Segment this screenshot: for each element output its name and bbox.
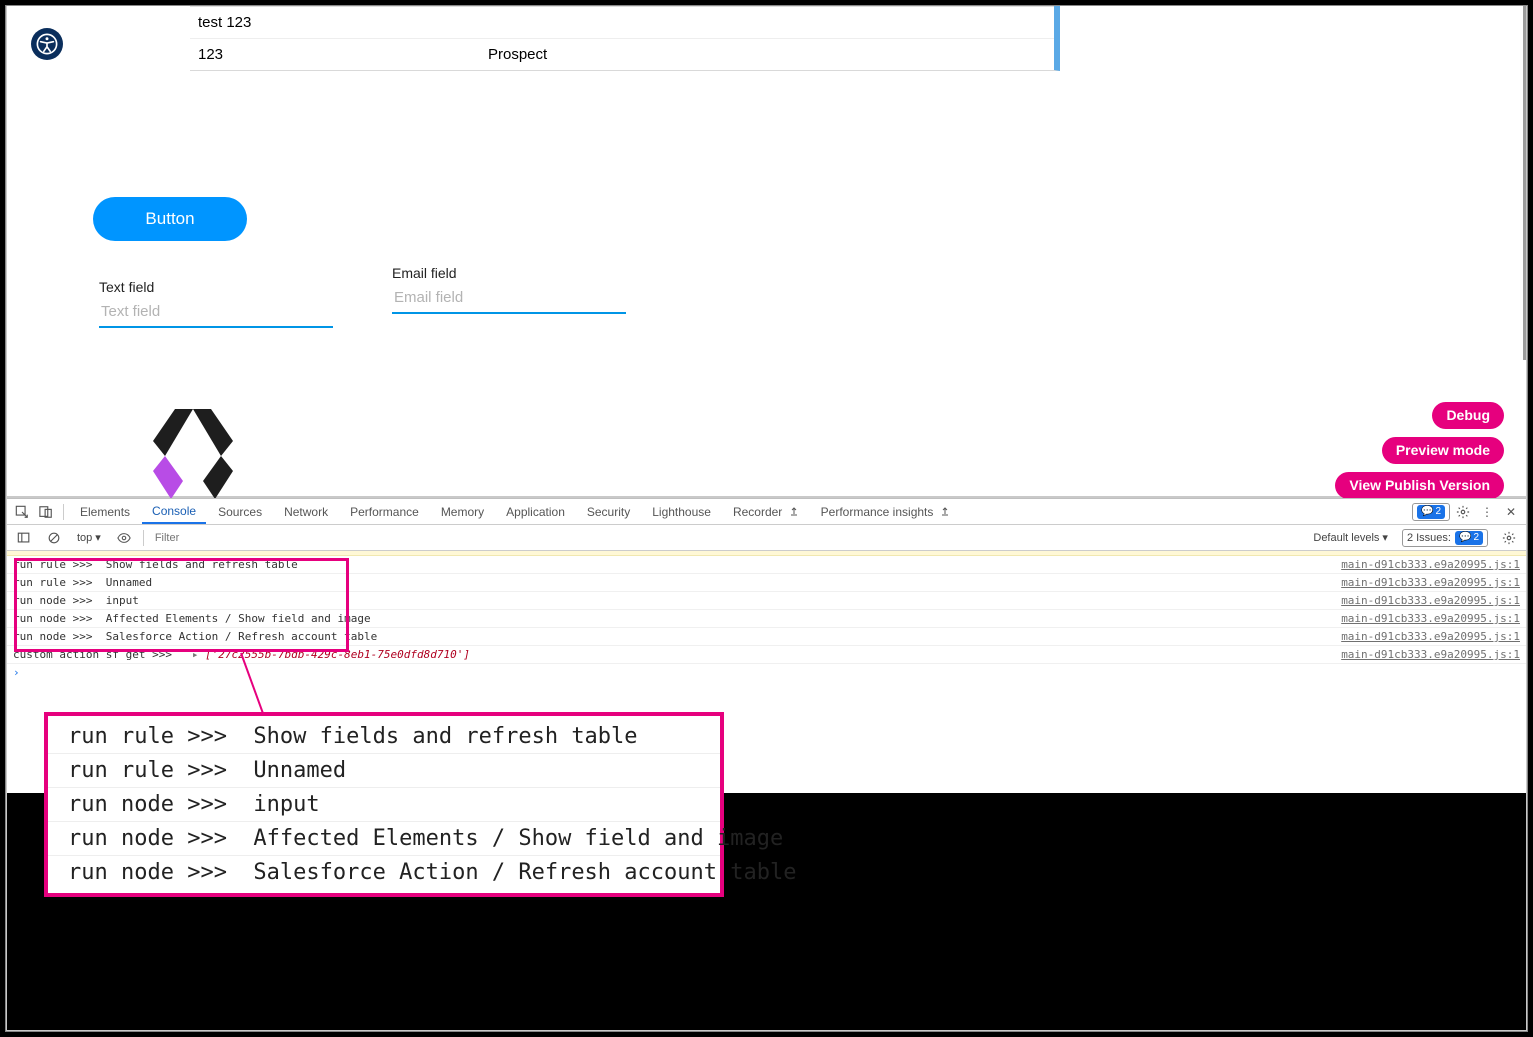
source-link[interactable]: main-d91cb333.e9a20995.js:1: [1341, 648, 1520, 661]
app-canvas: test 123 123 Prospect Button Text field …: [7, 6, 1526, 496]
issues-badge[interactable]: 2 Issues: 💬 2: [1402, 529, 1488, 547]
more-icon[interactable]: ⋮: [1476, 501, 1498, 523]
cell-type: [480, 7, 1054, 38]
error-count-badge[interactable]: 💬 2: [1412, 503, 1450, 521]
zoom-row: run rule >>> Unnamed: [48, 754, 720, 788]
context-select[interactable]: top ▾: [73, 530, 105, 545]
source-link[interactable]: main-d91cb333.e9a20995.js:1: [1341, 612, 1520, 625]
table-row[interactable]: test 123: [190, 6, 1054, 38]
tab-performance[interactable]: Performance: [340, 501, 429, 523]
tab-console[interactable]: Console: [142, 500, 206, 524]
tab-recorder[interactable]: Recorder: [723, 501, 809, 523]
text-field-group: Text field: [99, 279, 333, 328]
brand-logo-icon: [143, 401, 243, 501]
tab-application[interactable]: Application: [496, 501, 575, 523]
tab-sources[interactable]: Sources: [208, 501, 272, 523]
zoom-row: run node >>> input: [48, 788, 720, 822]
scrollbar-thumb[interactable]: [1523, 6, 1526, 360]
log-levels-select[interactable]: Default levels ▾: [1309, 530, 1392, 545]
console-log-row: run node >>> Affected Elements / Show fi…: [7, 610, 1526, 628]
close-icon[interactable]: ✕: [1500, 501, 1522, 523]
console-log-row: custom action sf get >>> ▸ ['27c2555b-7b…: [7, 646, 1526, 664]
source-link[interactable]: main-d91cb333.e9a20995.js:1: [1341, 576, 1520, 589]
source-link[interactable]: main-d91cb333.e9a20995.js:1: [1341, 630, 1520, 643]
console-log-row: run rule >>> Unnamed main-d91cb333.e9a20…: [7, 574, 1526, 592]
tab-lighthouse[interactable]: Lighthouse: [642, 501, 721, 523]
data-table: test 123 123 Prospect: [190, 6, 1060, 71]
tab-memory[interactable]: Memory: [431, 501, 494, 523]
email-field-group: Email field: [392, 265, 626, 314]
zoom-row: run rule >>> Show fields and refresh tab…: [48, 720, 720, 754]
console-log-row: run node >>> Salesforce Action / Refresh…: [7, 628, 1526, 646]
cell-name: 123: [190, 39, 480, 70]
text-field-label: Text field: [99, 279, 333, 295]
primary-button[interactable]: Button: [93, 197, 247, 241]
console-log-row: run rule >>> Show fields and refresh tab…: [7, 556, 1526, 574]
email-field-input[interactable]: [392, 285, 626, 314]
debug-button[interactable]: Debug: [1432, 402, 1504, 429]
table-row[interactable]: 123 Prospect: [190, 38, 1054, 70]
console-prompt[interactable]: ›: [7, 664, 1526, 681]
accessibility-icon[interactable]: [31, 28, 63, 60]
tab-network[interactable]: Network: [274, 501, 338, 523]
sidebar-toggle-icon[interactable]: [13, 527, 35, 549]
preview-mode-button[interactable]: Preview mode: [1382, 437, 1504, 464]
view-publish-button[interactable]: View Publish Version: [1335, 472, 1504, 499]
tab-perf-insights[interactable]: Performance insights: [811, 501, 960, 523]
tab-security[interactable]: Security: [577, 501, 640, 523]
annotation-zoom-panel: run rule >>> Show fields and refresh tab…: [44, 712, 724, 897]
source-link[interactable]: main-d91cb333.e9a20995.js:1: [1341, 558, 1520, 571]
inspect-icon[interactable]: [11, 501, 33, 523]
console-settings-icon[interactable]: [1498, 527, 1520, 549]
cell-name: test 123: [190, 7, 480, 38]
filter-input[interactable]: [152, 529, 572, 547]
console-log-row: run node >>> input main-d91cb333.e9a2099…: [7, 592, 1526, 610]
text-field-input[interactable]: [99, 299, 333, 328]
clear-console-icon[interactable]: [43, 527, 65, 549]
tab-elements[interactable]: Elements: [70, 501, 140, 523]
device-toggle-icon[interactable]: [35, 501, 57, 523]
cell-type: Prospect: [480, 39, 1054, 70]
zoom-row: run node >>> Affected Elements / Show fi…: [48, 822, 720, 856]
zoom-row: run node >>> Salesforce Action / Refresh…: [48, 856, 720, 889]
email-field-label: Email field: [392, 265, 626, 281]
eye-icon[interactable]: [113, 527, 135, 549]
source-link[interactable]: main-d91cb333.e9a20995.js:1: [1341, 594, 1520, 607]
settings-icon[interactable]: [1452, 501, 1474, 523]
console-log-list: run rule >>> Show fields and refresh tab…: [7, 556, 1526, 681]
